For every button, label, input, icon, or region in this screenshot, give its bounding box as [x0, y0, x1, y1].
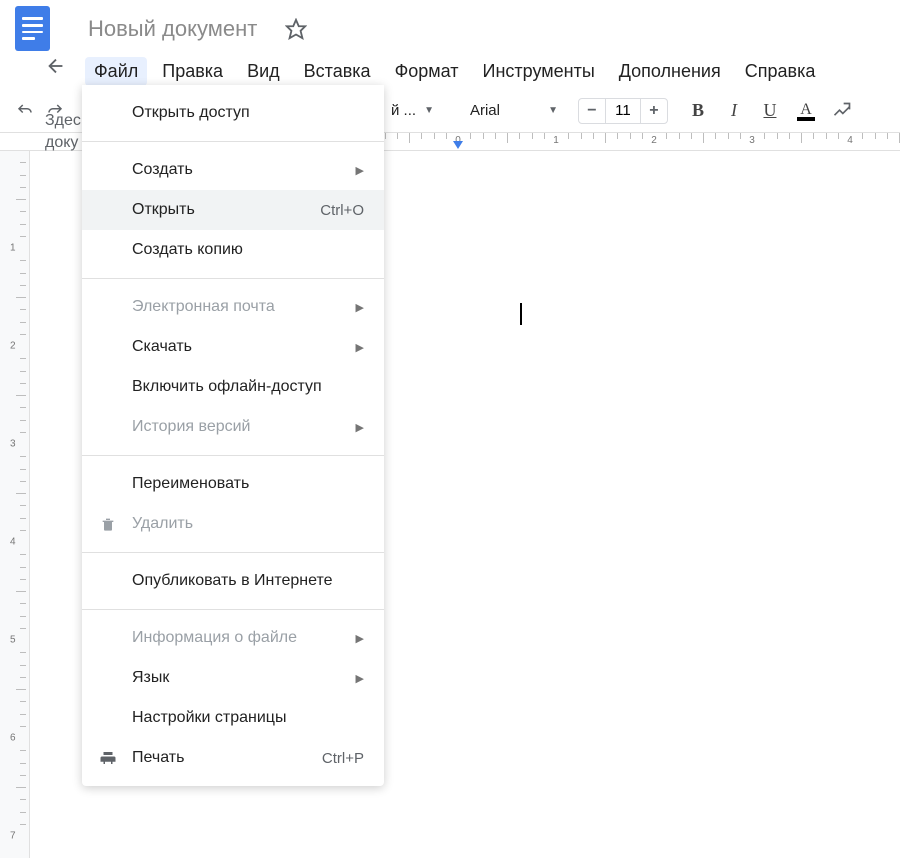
menu-item-label: Информация о файле	[132, 629, 297, 647]
menu-item[interactable]: Настройки страницы	[82, 698, 384, 738]
menu-item[interactable]: Открыть доступ	[82, 93, 384, 133]
highlight-button[interactable]	[830, 99, 854, 123]
italic-button[interactable]: I	[722, 99, 746, 123]
font-dropdown[interactable]: Arial ▼	[464, 102, 564, 119]
menu-item[interactable]: Опубликовать в Интернете	[82, 561, 384, 601]
menu-дополнения[interactable]: Дополнения	[610, 57, 730, 86]
document-title[interactable]: Новый документ	[88, 16, 257, 42]
menu-item-label: Печать	[132, 749, 184, 767]
bold-button[interactable]: B	[686, 99, 710, 123]
submenu-arrow-icon: ▶	[356, 632, 364, 645]
submenu-arrow-icon: ▶	[356, 421, 364, 434]
back-arrow-icon[interactable]	[45, 55, 67, 77]
menu-инструменты[interactable]: Инструменты	[474, 57, 604, 86]
menu-item-label: Создать	[132, 161, 193, 179]
menu-item[interactable]: Переименовать	[82, 464, 384, 504]
keyboard-shortcut: Ctrl+O	[320, 202, 364, 219]
chevron-down-icon: ▼	[424, 105, 434, 116]
menu-item: Электронная почта ▶	[82, 287, 384, 327]
menu-item[interactable]: Язык ▶	[82, 658, 384, 698]
star-icon[interactable]	[285, 18, 307, 40]
menu-справка[interactable]: Справка	[736, 57, 825, 86]
menu-вид[interactable]: Вид	[238, 57, 289, 86]
menu-item[interactable]: Скачать ▶	[82, 327, 384, 367]
menu-item[interactable]: Открыть Ctrl+O	[82, 190, 384, 230]
font-size-value[interactable]: 11	[605, 99, 641, 123]
submenu-arrow-icon: ▶	[356, 341, 364, 354]
submenu-arrow-icon: ▶	[356, 301, 364, 314]
menu-item-label: Электронная почта	[132, 298, 275, 316]
print-icon	[98, 749, 118, 767]
style-dropdown[interactable]: й ... ▼	[385, 102, 440, 119]
submenu-arrow-icon: ▶	[356, 672, 364, 685]
menu-item: Информация о файле ▶	[82, 618, 384, 658]
menu-файл[interactable]: Файл	[85, 57, 147, 86]
text-color-button[interactable]: A	[794, 99, 818, 123]
menu-item-label: История версий	[132, 418, 250, 436]
menu-item: История версий ▶	[82, 407, 384, 447]
file-menu-dropdown: Открыть доступ Создать ▶ Открыть Ctrl+O Созда…	[82, 85, 384, 786]
menu-формат[interactable]: Формат	[386, 57, 468, 86]
menu-item-label: Открыть доступ	[132, 104, 250, 122]
header: Новый документ	[0, 0, 900, 57]
indent-marker[interactable]	[453, 141, 463, 149]
menu-item-label: Переименовать	[132, 475, 249, 493]
font-size-decrease-button[interactable]: −	[579, 99, 605, 123]
text-cursor	[520, 303, 522, 325]
menu-item-label: Скачать	[132, 338, 192, 356]
style-fragment: й ...	[391, 102, 416, 119]
font-size-group: − 11 +	[578, 98, 668, 124]
font-size-increase-button[interactable]: +	[641, 99, 667, 123]
menu-item-label: Включить офлайн-доступ	[132, 378, 322, 396]
trash-icon	[98, 516, 118, 532]
menu-item[interactable]: Создать копию	[82, 230, 384, 270]
font-name: Arial	[470, 102, 500, 119]
menu-item[interactable]: Включить офлайн-доступ	[82, 367, 384, 407]
menu-item-label: Опубликовать в Интернете	[132, 572, 333, 590]
menu-вставка[interactable]: Вставка	[295, 57, 380, 86]
underline-button[interactable]: U	[758, 99, 782, 123]
menu-item[interactable]: Создать ▶	[82, 150, 384, 190]
menu-item-label: Создать копию	[132, 241, 243, 259]
menu-item-label: Открыть	[132, 201, 195, 219]
menu-item-label: Настройки страницы	[132, 709, 286, 727]
menu-item[interactable]: Печать Ctrl+P	[82, 738, 384, 778]
chevron-down-icon: ▼	[548, 105, 558, 116]
menu-item: Удалить	[82, 504, 384, 544]
menu-правка[interactable]: Правка	[153, 57, 232, 86]
undo-button[interactable]	[10, 96, 40, 126]
menubar: ФайлПравкаВидВставкаФорматИнструментыДоп…	[0, 57, 900, 85]
outline-text: Здесдоку	[45, 110, 81, 155]
menu-item-label: Удалить	[132, 515, 193, 533]
menu-item-label: Язык	[132, 669, 169, 687]
vertical-ruler[interactable]: 1234567	[4, 150, 32, 850]
keyboard-shortcut: Ctrl+P	[322, 750, 364, 767]
submenu-arrow-icon: ▶	[356, 164, 364, 177]
docs-logo-icon[interactable]	[15, 6, 50, 51]
